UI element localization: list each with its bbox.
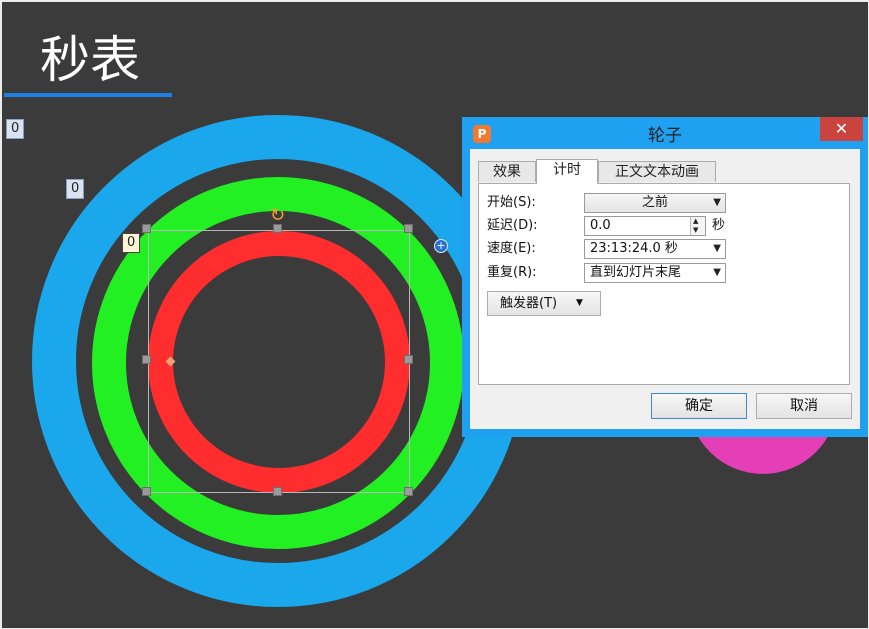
animation-order-tag[interactable]: 0: [6, 119, 25, 139]
resize-handle-left[interactable]: [142, 355, 151, 364]
repeat-label: 重复(R):: [487, 265, 537, 280]
chevron-down-icon: ▼: [713, 197, 721, 208]
trigger-label: 触发器(T): [500, 296, 558, 311]
trigger-button[interactable]: 触发器(T) ▼: [487, 291, 601, 316]
start-label: 开始(S):: [487, 195, 536, 210]
tab-text-animation[interactable]: 正文文本动画: [598, 161, 716, 182]
chevron-down-icon: ▼: [713, 243, 721, 254]
delay-unit: 秒: [712, 218, 726, 233]
spin-up-icon[interactable]: ▲: [693, 217, 698, 225]
speed-label: 速度(E):: [487, 241, 536, 256]
delay-spinner[interactable]: ▲ ▼: [690, 217, 705, 235]
selection-box: [148, 230, 410, 493]
delay-input[interactable]: 0.0 ▲ ▼: [584, 216, 706, 236]
delay-value: 0.0: [590, 218, 611, 233]
slide-title[interactable]: 秒表: [40, 28, 140, 92]
resize-handle-top-left[interactable]: [142, 224, 151, 233]
start-dropdown[interactable]: 之前 ▼: [584, 193, 726, 213]
delay-label: 延迟(D):: [487, 218, 538, 233]
resize-handle-bottom[interactable]: [273, 487, 282, 496]
speed-value: 23:13:24.0 秒: [590, 241, 678, 256]
title-underline: [4, 93, 172, 97]
tab-effect[interactable]: 效果: [478, 161, 536, 182]
repeat-combobox[interactable]: 直到幻灯片末尾 ▼: [584, 263, 726, 283]
dialog-body: 效果 计时 正文文本动画 开始(S): 之前 ▼ 延迟(D): 0.0 ▲ ▼ …: [470, 149, 860, 429]
resize-handle-bottom-right[interactable]: [404, 487, 413, 496]
ok-button[interactable]: 确定: [651, 393, 747, 419]
timing-dialog: P 轮子 ✕ 效果 计时 正文文本动画 开始(S): 之前 ▼ 延迟(D): 0…: [462, 117, 868, 437]
dialog-titlebar[interactable]: P 轮子 ✕: [462, 117, 868, 149]
animation-order-tag[interactable]: 0: [66, 179, 85, 199]
spin-down-icon[interactable]: ▼: [693, 226, 698, 234]
tab-timing[interactable]: 计时: [536, 159, 598, 184]
add-motion-path-icon[interactable]: +: [434, 239, 448, 253]
start-value: 之前: [641, 195, 668, 210]
resize-handle-bottom-left[interactable]: [142, 487, 151, 496]
chevron-down-icon: ▼: [713, 267, 721, 278]
animation-order-tag-selected[interactable]: 0: [122, 233, 141, 253]
resize-handle-top-right[interactable]: [404, 224, 413, 233]
speed-combobox[interactable]: 23:13:24.0 秒 ▼: [584, 239, 726, 259]
cancel-button[interactable]: 取消: [756, 393, 852, 419]
repeat-value: 直到幻灯片末尾: [590, 265, 682, 280]
resize-handle-right[interactable]: [404, 355, 413, 364]
chevron-down-icon: ▼: [576, 298, 583, 308]
timing-panel: 开始(S): 之前 ▼ 延迟(D): 0.0 ▲ ▼ 秒 速度(E): 23:1…: [478, 183, 850, 385]
close-button[interactable]: ✕: [820, 117, 863, 141]
dialog-title: 轮子: [648, 126, 682, 146]
rotate-handle-icon[interactable]: ↻: [270, 207, 285, 225]
